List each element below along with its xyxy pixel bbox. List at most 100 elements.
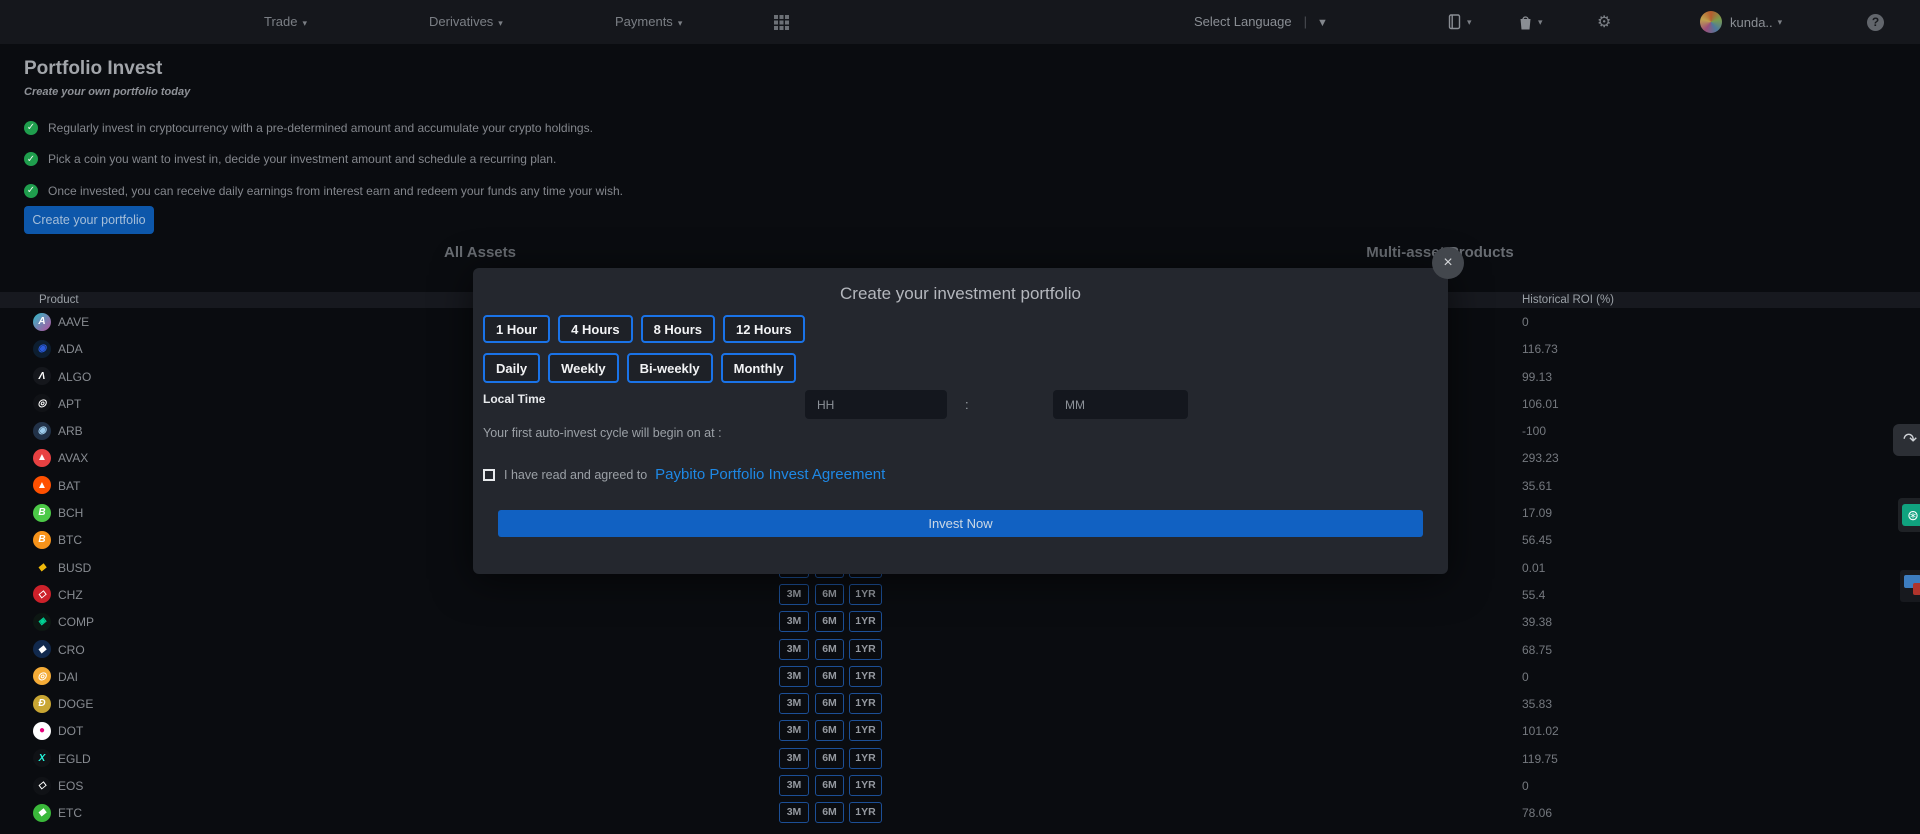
minute-input[interactable]: [1053, 390, 1188, 419]
period-6m-button[interactable]: 6M: [815, 693, 844, 714]
roi-value: 55.4: [1522, 588, 1545, 602]
table-row[interactable]: ◆ ETC 3M 6M 1YR 78.06: [0, 799, 1920, 826]
coin-symbol: EOS: [58, 779, 83, 793]
apps-grid-icon[interactable]: [774, 15, 789, 30]
close-icon[interactable]: ×: [1432, 247, 1464, 279]
table-row[interactable]: ◆ CRO 3M 6M 1YR 68.75: [0, 636, 1920, 663]
period-1yr-button[interactable]: 1YR: [849, 584, 882, 605]
period-3m-button[interactable]: 3M: [779, 584, 809, 605]
hour-option-button[interactable]: 1 Hour: [483, 315, 550, 343]
period-3m-button[interactable]: 3M: [779, 720, 809, 741]
coin-icon: ◆: [33, 804, 51, 822]
coin-symbol: BTC: [58, 533, 82, 547]
nav-menu-payments[interactable]: Payments▾: [615, 0, 682, 44]
hour-option-button[interactable]: 8 Hours: [641, 315, 715, 343]
orders-book-button[interactable]: ▾: [1447, 0, 1472, 44]
period-1yr-button[interactable]: 1YR: [849, 639, 882, 660]
language-selector[interactable]: Select Language|▼: [1194, 0, 1328, 44]
nav-menu-trade[interactable]: Trade▾: [264, 0, 307, 44]
coin-symbol: BAT: [58, 479, 80, 493]
coin-symbol: CHZ: [58, 588, 83, 602]
table-row[interactable]: ◇ CHZ 3M 6M 1YR 55.4: [0, 581, 1920, 608]
period-3m-button[interactable]: 3M: [779, 693, 809, 714]
book-icon: [1447, 14, 1462, 30]
table-row[interactable]: ◎ DAI 3M 6M 1YR 0: [0, 663, 1920, 690]
period-1yr-button[interactable]: 1YR: [849, 666, 882, 687]
feature-bullet: ✓ Regularly invest in cryptocurrency wit…: [24, 112, 623, 144]
agreement-link[interactable]: Paybito Portfolio Invest Agreement: [655, 466, 885, 483]
agreement-checkbox[interactable]: [483, 469, 495, 481]
chevron-down-icon: ▾: [1538, 17, 1543, 28]
frequency-option-button[interactable]: Monthly: [721, 353, 797, 383]
help-button[interactable]: ?: [1867, 0, 1884, 44]
feature-bullets: ✓ Regularly invest in cryptocurrency wit…: [24, 112, 623, 207]
frequency-option-button[interactable]: Weekly: [548, 353, 619, 383]
feature-bullet-text: Once invested, you can receive daily ear…: [48, 184, 623, 198]
table-row[interactable]: X EGLD 3M 6M 1YR 119.75: [0, 745, 1920, 772]
period-1yr-button[interactable]: 1YR: [849, 775, 882, 796]
share-widget[interactable]: ↷: [1893, 424, 1920, 456]
period-3m-button[interactable]: 3M: [779, 775, 809, 796]
coin-glyph: ◆: [38, 807, 46, 818]
coin-glyph: ▲: [37, 452, 47, 463]
coin-symbol: DAI: [58, 670, 78, 684]
coin-icon: A: [33, 313, 51, 331]
period-3m-button[interactable]: 3M: [779, 802, 809, 823]
chat-extension-widget[interactable]: [1900, 570, 1920, 602]
period-1yr-button[interactable]: 1YR: [849, 802, 882, 823]
agreement-row: I have read and agreed to Paybito Portfo…: [483, 466, 885, 483]
period-3m-button[interactable]: 3M: [779, 748, 809, 769]
roi-value: 35.83: [1522, 697, 1552, 711]
invest-now-button[interactable]: Invest Now: [498, 510, 1423, 537]
period-1yr-button[interactable]: 1YR: [849, 748, 882, 769]
chatgpt-icon: ⊛: [1902, 504, 1920, 526]
period-6m-button[interactable]: 6M: [815, 611, 844, 632]
hour-option-button[interactable]: 12 Hours: [723, 315, 805, 343]
period-3m-button[interactable]: 3M: [779, 639, 809, 660]
chatgpt-extension-widget[interactable]: ⊛: [1898, 498, 1920, 532]
roi-value: 17.09: [1522, 506, 1552, 520]
period-6m-button[interactable]: 6M: [815, 775, 844, 796]
coin-symbol: AVAX: [58, 451, 88, 465]
coin-glyph: Ð: [38, 698, 45, 709]
table-row[interactable]: ● DOT 3M 6M 1YR 101.02: [0, 717, 1920, 744]
coin-icon: ◈: [33, 613, 51, 631]
chevron-down-icon: ▾: [1778, 17, 1783, 28]
tab-all-assets[interactable]: All Assets: [0, 244, 960, 266]
period-6m-button[interactable]: 6M: [815, 720, 844, 741]
coin-glyph: X: [39, 753, 46, 764]
table-row[interactable]: ◈ COMP 3M 6M 1YR 39.38: [0, 608, 1920, 635]
table-row[interactable]: Ð DOGE 3M 6M 1YR 35.83: [0, 690, 1920, 717]
frequency-option-button[interactable]: Daily: [483, 353, 540, 383]
coin-icon: ●: [33, 722, 51, 740]
frequency-option-button[interactable]: Bi-weekly: [627, 353, 713, 383]
period-6m-button[interactable]: 6M: [815, 666, 844, 687]
table-row[interactable]: ◇ EOS 3M 6M 1YR 0: [0, 772, 1920, 799]
period-6m-button[interactable]: 6M: [815, 639, 844, 660]
nav-menu-derivatives-label: Derivatives: [429, 14, 493, 29]
coin-glyph: ◈: [38, 616, 46, 627]
wallet-bag-button[interactable]: ▾: [1518, 0, 1543, 44]
create-portfolio-button[interactable]: Create your portfolio: [24, 206, 154, 234]
coin-glyph: ◆: [38, 644, 46, 655]
hour-input[interactable]: [805, 390, 947, 419]
period-3m-button[interactable]: 3M: [779, 611, 809, 632]
coin-icon: ▲: [33, 476, 51, 494]
settings-button[interactable]: ⚙: [1597, 0, 1611, 44]
period-6m-button[interactable]: 6M: [815, 584, 844, 605]
roi-value: 106.01: [1522, 397, 1559, 411]
hour-option-button[interactable]: 4 Hours: [558, 315, 632, 343]
period-3m-button[interactable]: 3M: [779, 666, 809, 687]
period-1yr-button[interactable]: 1YR: [849, 611, 882, 632]
nav-menu-derivatives[interactable]: Derivatives▾: [429, 0, 503, 44]
coin-icon: ▲: [33, 449, 51, 467]
coin-symbol: AAVE: [58, 315, 89, 329]
period-6m-button[interactable]: 6M: [815, 802, 844, 823]
period-1yr-button[interactable]: 1YR: [849, 693, 882, 714]
period-1yr-button[interactable]: 1YR: [849, 720, 882, 741]
agreement-text: I have read and agreed to: [504, 468, 647, 482]
coin-icon: ◉: [33, 422, 51, 440]
user-menu[interactable]: kunda.. ▾: [1700, 0, 1782, 44]
bag-icon: [1518, 14, 1533, 31]
period-6m-button[interactable]: 6M: [815, 748, 844, 769]
